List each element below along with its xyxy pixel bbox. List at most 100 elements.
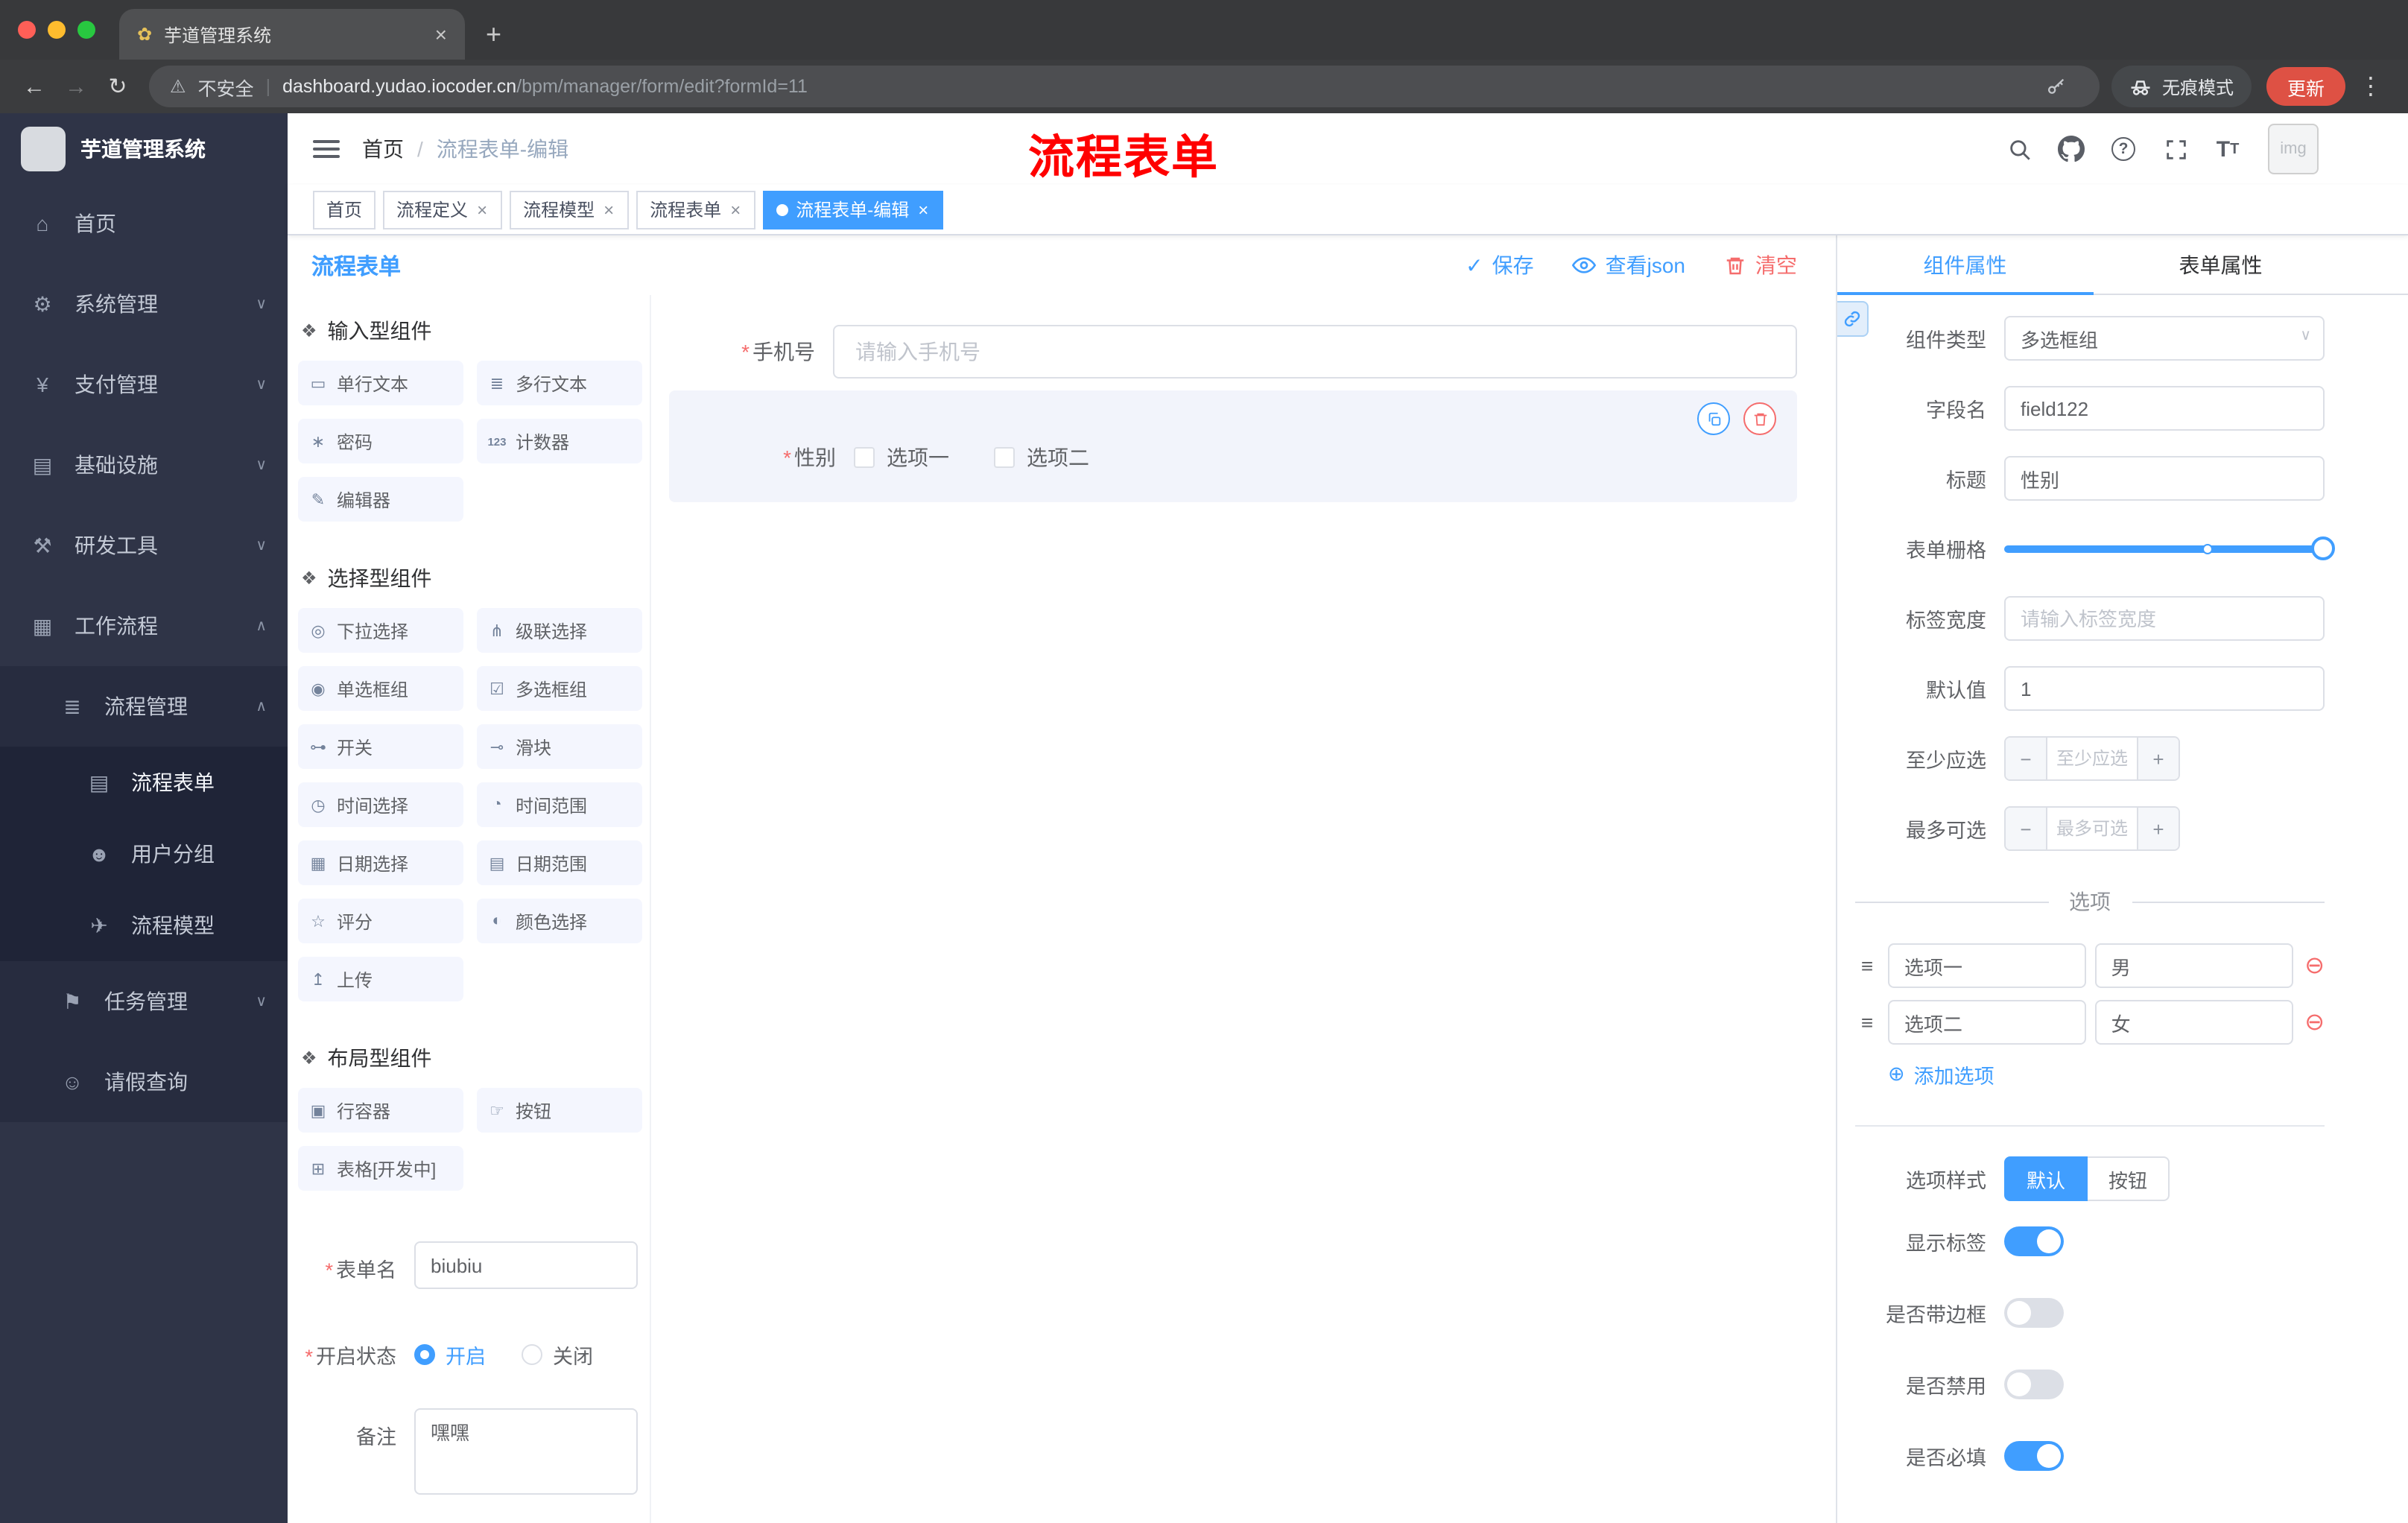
tag-process-definition[interactable]: 流程定义 × xyxy=(383,190,503,229)
user-avatar[interactable]: img xyxy=(2268,124,2319,174)
delete-widget-button[interactable] xyxy=(1743,402,1776,435)
sidebar-item-process-form[interactable]: ▤ 流程表单 xyxy=(0,747,288,818)
help-icon[interactable]: ? xyxy=(2106,131,2141,167)
sidebar-item-infra[interactable]: ▤ 基础设施 ∨ xyxy=(0,425,288,505)
tag-process-model[interactable]: 流程模型 × xyxy=(510,190,630,229)
link-icon[interactable] xyxy=(1837,301,1869,337)
sidebar-logo[interactable]: 芋道管理系统 xyxy=(0,113,288,183)
close-icon[interactable]: × xyxy=(475,199,489,220)
component-button[interactable]: ☞ 按钮 xyxy=(477,1088,642,1133)
component-date-picker[interactable]: ▦ 日期选择 xyxy=(298,840,463,885)
show-label-toggle[interactable] xyxy=(2004,1226,2064,1256)
sidebar-item-process-model[interactable]: ✈ 流程模型 xyxy=(0,890,288,961)
component-radio-group[interactable]: ◉ 单选框组 xyxy=(298,666,463,711)
tag-home[interactable]: 首页 xyxy=(313,190,376,229)
remove-option-icon[interactable]: ⊖ xyxy=(2304,1007,2325,1037)
min-select-input[interactable] xyxy=(2047,738,2137,779)
close-icon[interactable]: × xyxy=(916,199,930,220)
disabled-toggle[interactable] xyxy=(2004,1370,2064,1399)
component-select[interactable]: ◎ 下拉选择 xyxy=(298,608,463,653)
add-option-button[interactable]: ⊕ 添加选项 xyxy=(1888,1060,2325,1089)
breadcrumb-home[interactable]: 首页 xyxy=(362,134,404,164)
component-time-picker[interactable]: ◷ 时间选择 xyxy=(298,782,463,827)
component-single-text[interactable]: ▭ 单行文本 xyxy=(298,361,463,405)
fullscreen-icon[interactable] xyxy=(2158,131,2193,167)
border-toggle[interactable] xyxy=(2004,1298,2064,1328)
copy-widget-button[interactable] xyxy=(1697,402,1730,435)
minimize-window-button[interactable] xyxy=(48,21,66,39)
clear-button[interactable]: 清空 xyxy=(1724,250,1797,280)
default-value-input[interactable] xyxy=(2004,666,2325,711)
remove-option-icon[interactable]: ⊖ xyxy=(2304,951,2325,981)
sidebar-item-system[interactable]: ⚙ 系统管理 ∨ xyxy=(0,264,288,344)
gender-widget-selected[interactable]: * 性别 选项一 选项二 xyxy=(669,390,1797,502)
required-toggle[interactable] xyxy=(2004,1441,2064,1471)
option-2-label-input[interactable] xyxy=(1888,1000,2086,1045)
status-off-radio[interactable]: 关闭 xyxy=(522,1340,593,1370)
gender-option-2-checkbox[interactable]: 选项二 xyxy=(994,443,1089,472)
font-size-icon[interactable]: TT xyxy=(2210,131,2246,167)
tag-process-form-edit[interactable]: 流程表单-编辑 × xyxy=(763,190,944,229)
gender-option-1-checkbox[interactable]: 选项一 xyxy=(854,443,949,472)
close-icon[interactable]: × xyxy=(729,199,742,220)
sidebar-item-task-mgmt[interactable]: ⚑ 任务管理 ∨ xyxy=(0,961,288,1042)
browser-menu-icon[interactable]: ⋮ xyxy=(2348,72,2393,101)
component-color-picker[interactable]: ◐ 颜色选择 xyxy=(477,899,642,943)
sidebar-item-home[interactable]: ⌂ 首页 xyxy=(0,183,288,264)
reload-icon[interactable]: ↻ xyxy=(98,67,137,106)
option-1-value-input[interactable] xyxy=(2094,943,2293,988)
component-time-range[interactable]: ◔ 时间范围 xyxy=(477,782,642,827)
component-password[interactable]: ∗ 密码 xyxy=(298,419,463,463)
sidebar-item-leave-query[interactable]: ☺ 请假查询 xyxy=(0,1042,288,1122)
drag-handle-icon[interactable]: ≡ xyxy=(1855,1010,1879,1034)
component-counter[interactable]: 123 计数器 xyxy=(477,419,642,463)
hamburger-icon[interactable] xyxy=(313,136,340,162)
component-type-select[interactable] xyxy=(2004,316,2325,361)
component-editor[interactable]: ✎ 编辑器 xyxy=(298,477,463,522)
github-icon[interactable] xyxy=(2053,131,2089,167)
key-icon[interactable] xyxy=(2046,76,2067,97)
maximize-window-button[interactable] xyxy=(77,21,95,39)
component-date-range[interactable]: ▤ 日期范围 xyxy=(477,840,642,885)
form-name-input[interactable] xyxy=(414,1241,638,1289)
component-slider[interactable]: ⊸ 滑块 xyxy=(477,724,642,769)
component-row-container[interactable]: ▣ 行容器 xyxy=(298,1088,463,1133)
grid-slider[interactable] xyxy=(2004,526,2335,571)
phone-field[interactable]: * 手机号 请输入手机号 xyxy=(669,325,1797,379)
tab-close-icon[interactable]: × xyxy=(429,22,453,46)
address-bar[interactable]: ⚠ 不安全 | dashboard.yudao.iocoder.cn/bpm/m… xyxy=(149,66,2100,107)
tab-component-props[interactable]: 组件属性 xyxy=(1837,235,2093,295)
search-icon[interactable] xyxy=(2001,131,2037,167)
sidebar-item-payment[interactable]: ¥ 支付管理 ∨ xyxy=(0,344,288,425)
style-button-button[interactable]: 按钮 xyxy=(2088,1156,2170,1201)
tag-process-form[interactable]: 流程表单 × xyxy=(636,190,756,229)
component-multi-text[interactable]: ≣ 多行文本 xyxy=(477,361,642,405)
option-1-label-input[interactable] xyxy=(1888,943,2086,988)
plus-button[interactable]: + xyxy=(2137,808,2179,849)
view-json-button[interactable]: 查看json xyxy=(1572,250,1685,280)
tab-form-props[interactable]: 表单属性 xyxy=(2093,235,2348,294)
sidebar-item-user-group[interactable]: ☻ 用户分组 xyxy=(0,818,288,890)
minus-button[interactable]: − xyxy=(2006,808,2047,849)
label-width-input[interactable] xyxy=(2004,596,2325,641)
close-icon[interactable]: × xyxy=(602,199,615,220)
component-rate[interactable]: ☆ 评分 xyxy=(298,899,463,943)
plus-button[interactable]: + xyxy=(2137,738,2179,779)
form-remark-textarea[interactable]: 嘿嘿 xyxy=(414,1408,638,1495)
browser-tab[interactable]: ✿ 芋道管理系统 × xyxy=(119,9,465,60)
phone-input[interactable]: 请输入手机号 xyxy=(833,325,1797,379)
sidebar-item-workflow[interactable]: ▦ 工作流程 ∧ xyxy=(0,586,288,666)
title-input[interactable] xyxy=(2004,456,2325,501)
slider-handle[interactable] xyxy=(2311,536,2335,560)
max-select-input[interactable] xyxy=(2047,808,2137,849)
minus-button[interactable]: − xyxy=(2006,738,2047,779)
option-2-value-input[interactable] xyxy=(2094,1000,2293,1045)
sidebar-item-process-mgmt[interactable]: ≣ 流程管理 ∧ xyxy=(0,666,288,747)
component-table[interactable]: ⊞ 表格[开发中] xyxy=(298,1146,463,1191)
back-icon[interactable]: ← xyxy=(15,67,54,106)
browser-update-button[interactable]: 更新 xyxy=(2266,67,2345,106)
drag-handle-icon[interactable]: ≡ xyxy=(1855,954,1879,978)
component-upload[interactable]: ↥ 上传 xyxy=(298,957,463,1001)
component-switch[interactable]: ⊶ 开关 xyxy=(298,724,463,769)
close-window-button[interactable] xyxy=(18,21,36,39)
